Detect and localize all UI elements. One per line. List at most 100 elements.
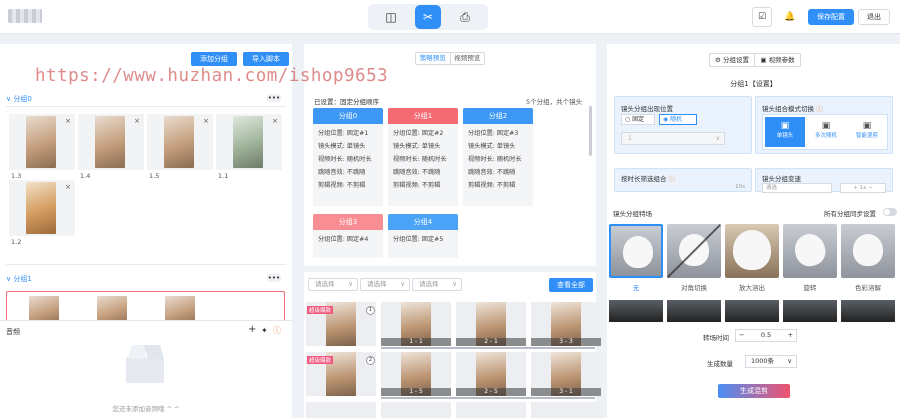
video-cell[interactable]: 2 - 1 [456, 302, 526, 346]
tab-video[interactable]: 视频预览 [451, 53, 485, 64]
image-edit-icon[interactable]: ◫ [378, 5, 404, 29]
card-line: 镜头模式: 单镜头 [393, 143, 441, 150]
plus-icon[interactable]: + [788, 330, 793, 341]
duration-slider[interactable]: 10s [621, 184, 747, 192]
list-item[interactable]: × [78, 114, 144, 170]
clipboard-icon[interactable]: ☑ [752, 7, 772, 27]
divider [6, 264, 286, 265]
video-cell[interactable] [531, 402, 601, 418]
filter-select-value: 请选择 [315, 280, 335, 288]
card-line: 跳随音效: 不跳随 [318, 169, 366, 176]
video-cell[interactable] [381, 402, 451, 418]
group1-header[interactable]: ∨ 分组1 [6, 274, 32, 284]
combo-mode-label: 镜头组合模式切换 ⓘ [762, 103, 823, 113]
filter-select[interactable]: 请选择 ∨ [308, 278, 358, 291]
view-all-button[interactable]: 查看全部 [549, 278, 593, 292]
group-card[interactable]: 分组3 分组位置: 固定#4 [313, 214, 383, 258]
bell-icon[interactable]: 🔔 [780, 7, 800, 27]
mode-smart-label: 智能混剪 [855, 133, 878, 139]
card-line: 剪辑视频: 不剪辑 [393, 182, 441, 189]
effect-diagonal[interactable] [667, 224, 721, 278]
logout-button[interactable]: 退出 [858, 9, 890, 25]
chevron-down-icon: ∨ [452, 280, 457, 288]
minus-icon[interactable]: − [739, 330, 744, 341]
mode-smart[interactable]: ▣ 智能混剪 [847, 117, 887, 147]
radio-random-label: 随机 [670, 116, 683, 123]
list-item[interactable]: × [147, 114, 213, 170]
group1-title: 分组1 [13, 275, 32, 283]
video-printer-icon[interactable]: ⎙ [452, 5, 478, 29]
progress-track [381, 397, 595, 399]
video-cell[interactable] [456, 402, 526, 418]
group-card[interactable]: 分组0 分组位置: 固定#1 镜头模式: 单镜头 视频时长: 随机时长 跳随音效… [313, 108, 383, 206]
list-item[interactable]: × [216, 114, 282, 170]
card-title: 分组0 [313, 108, 383, 124]
effect-thumbnail[interactable] [783, 300, 837, 322]
filter-select[interactable]: 请选择 ∨ [360, 278, 410, 291]
effect-thumbnail[interactable] [725, 300, 779, 322]
generate-button[interactable]: 生成混剪 [718, 384, 790, 398]
group0-header[interactable]: ∨ 分组0 [6, 94, 32, 104]
video-cell[interactable]: 2 - 5 [456, 352, 526, 396]
scrollbar[interactable] [589, 106, 592, 156]
radio-random[interactable]: ◉ 随机 [659, 114, 697, 125]
more-icon[interactable]: ••• [267, 274, 281, 282]
help-icon[interactable]: ⓘ [669, 175, 676, 183]
help-icon[interactable]: ⓘ [273, 325, 281, 336]
list-item[interactable]: × [9, 180, 75, 236]
group-card[interactable]: 分组2 分组位置: 固定#3 镜头模式: 单镜头 视频时长: 随机时长 跳随音效… [463, 108, 533, 206]
chevron-down-icon: ∨ [348, 280, 353, 288]
list-item[interactable]: × [9, 114, 75, 170]
video-cell[interactable]: 1 - 5 [381, 352, 451, 396]
group-card[interactable]: 分组4 分组位置: 固定#5 [388, 214, 458, 258]
position-select-value: 1 [628, 135, 632, 142]
item-caption: 1.3 [11, 172, 22, 180]
audio-empty-hint: 您还未添加音频哦 ^ ^ [112, 405, 180, 413]
card-line: 跳随音效: 不跳随 [393, 169, 441, 176]
close-icon[interactable]: × [134, 117, 140, 125]
sync-toggle[interactable] [883, 208, 897, 216]
speed-value: 1x [859, 185, 867, 191]
video-cell[interactable]: 3 - 3 [531, 302, 601, 346]
speed-stepper[interactable]: + 1x − [840, 183, 886, 193]
mode-single[interactable]: ▣ 单镜头 [765, 117, 805, 147]
group1-drop-zone[interactable] [6, 291, 285, 321]
clip-cell[interactable] [306, 402, 376, 418]
save-config-button[interactable]: 保存配置 [808, 9, 854, 25]
position-select[interactable]: 1 ∨ [621, 132, 725, 145]
effect-zoom[interactable] [725, 224, 779, 278]
video-cell[interactable]: 1 - 1 [381, 302, 451, 346]
close-icon[interactable]: × [203, 117, 209, 125]
effect-thumbnail[interactable] [667, 300, 721, 322]
video-cell[interactable]: 3 - 1 [531, 352, 601, 396]
close-icon[interactable]: × [65, 117, 71, 125]
speed-select[interactable]: 请选 [762, 183, 832, 193]
magic-wand-icon[interactable]: ✦ [261, 326, 268, 335]
help-icon[interactable]: ⓘ [816, 105, 823, 113]
more-icon[interactable]: ••• [267, 94, 281, 102]
transition-time-input[interactable]: − 0.5 + [735, 329, 797, 342]
effect-thumbnail[interactable] [609, 300, 663, 322]
card-line: 剪辑视频: 不剪辑 [468, 182, 516, 189]
group-card[interactable]: 分组1 分组位置: 固定#2 镜头模式: 单镜头 视频时长: 随机时长 跳随音效… [388, 108, 458, 206]
effect-rotate[interactable] [783, 224, 837, 278]
radio-fixed[interactable]: ○ 固定 [621, 114, 655, 125]
scissors-icon[interactable]: ✂ [415, 5, 441, 29]
tab-video-params[interactable]: ▣ 视频参数 [755, 53, 801, 67]
info-icon[interactable]: 2 [366, 356, 375, 365]
mode-multi[interactable]: ▣ 多次随机 [806, 117, 846, 147]
effect-none[interactable] [609, 224, 663, 278]
tab-group-settings[interactable]: ⚙ 分组设置 [709, 53, 755, 67]
duration-label-text: 按时长筛选组合 [621, 175, 667, 183]
effect-color-dissolve[interactable] [841, 224, 895, 278]
import-script-button[interactable]: 导入脚本 [243, 52, 289, 66]
add-group-button[interactable]: 添加分组 [191, 52, 237, 66]
gen-count-select[interactable]: 1000条 ∨ [745, 355, 797, 368]
close-icon[interactable]: × [65, 183, 71, 191]
effect-thumbnail[interactable] [841, 300, 895, 322]
tab-strategy[interactable]: 策略预览 [416, 53, 451, 64]
add-icon[interactable]: + [248, 324, 256, 335]
close-icon[interactable]: × [272, 117, 278, 125]
filter-select[interactable]: 请选择 ∨ [412, 278, 462, 291]
info-icon[interactable]: 1 [366, 306, 375, 315]
